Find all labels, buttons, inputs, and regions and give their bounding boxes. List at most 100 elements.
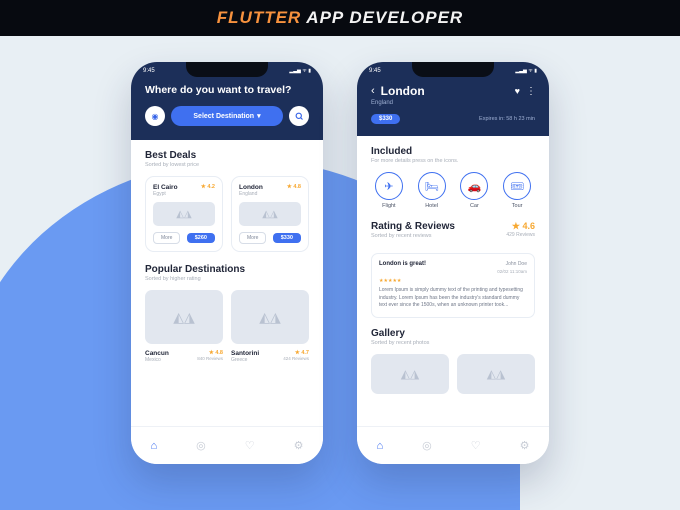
review-author: John Doe xyxy=(506,261,527,267)
more-dots-icon[interactable]: ⋮ xyxy=(526,86,535,97)
review-body: Lorem Ipsum is simply dummy text of the … xyxy=(379,287,527,310)
banner-rest: APP DEVELOPER xyxy=(301,8,463,27)
ticket-icon: 🎟 xyxy=(503,172,531,200)
phones-row: 9:45 ▂▃▅ ᯤ ▮ Where do you want to travel… xyxy=(0,62,680,464)
dest-name: Santorini xyxy=(231,350,259,357)
review-date: 02/02 11:10am xyxy=(497,269,527,274)
expiry-row: $330 Expires in: 58 h 23 min xyxy=(371,114,535,124)
chevron-down-icon: ▾ xyxy=(257,112,261,120)
incl-label: Flight xyxy=(371,203,407,209)
deal-name: London xyxy=(239,184,263,191)
back-row: ‹ London ♥ ⋮ xyxy=(371,84,535,98)
deals-row: El Cairo Egypt ★ 4.2 ◭◮ More $260 xyxy=(145,176,309,252)
gallery-image[interactable]: ◭◮ xyxy=(457,354,535,394)
rr-sub: Sorted by recent reviews xyxy=(371,233,455,239)
nav-home-icon[interactable]: ⌂ xyxy=(376,440,383,452)
gallery-sub: Sorted by recent photos xyxy=(371,340,535,346)
included-tour[interactable]: 🎟 Tour xyxy=(499,172,535,209)
review-card[interactable]: London is great! John Doe ★★★★★ 02/02 11… xyxy=(371,253,535,318)
nav-settings-icon[interactable]: ⚙ xyxy=(520,439,530,452)
expiry-text: Expires in: 58 h 23 min xyxy=(406,116,535,122)
nav-compass-icon[interactable]: ◎ xyxy=(196,439,206,452)
heart-icon[interactable]: ♥ xyxy=(515,86,520,96)
deal-image: ◭◮ xyxy=(239,202,301,226)
included-flight[interactable]: ✈ Flight xyxy=(371,172,407,209)
destinations-grid: ◭◮ ◭◮ xyxy=(145,290,309,344)
rr-count: 429 Reviews xyxy=(506,232,535,238)
nav-settings-icon[interactable]: ⚙ xyxy=(294,439,304,452)
nav-home-icon[interactable]: ⌂ xyxy=(150,440,157,452)
banner: FLUTTER APP DEVELOPER xyxy=(0,0,680,36)
destination-image[interactable]: ◭◮ xyxy=(231,290,309,344)
incl-label: Tour xyxy=(499,203,535,209)
destination-image[interactable]: ◭◮ xyxy=(145,290,223,344)
mountain-icon: ◭◮ xyxy=(401,367,419,381)
price-button[interactable]: $330 xyxy=(273,233,301,243)
hero-controls: ◉ Select Destination ▾ xyxy=(145,106,309,126)
search-button[interactable] xyxy=(289,106,309,126)
phone-body: Best Deals Sorted by lowest price El Cai… xyxy=(131,140,323,430)
gallery-image[interactable]: ◭◮ xyxy=(371,354,449,394)
dest-location: Greece xyxy=(231,357,259,363)
incl-label: Hotel xyxy=(414,203,450,209)
phone-home: 9:45 ▂▃▅ ᯤ ▮ Where do you want to travel… xyxy=(131,62,323,464)
more-button[interactable]: More xyxy=(153,232,180,244)
best-deals-title: Best Deals xyxy=(145,150,309,161)
nav-heart-icon[interactable]: ♡ xyxy=(245,439,255,452)
nav-compass-icon[interactable]: ◎ xyxy=(422,439,432,452)
bottom-nav: ⌂ ◎ ♡ ⚙ xyxy=(357,426,549,464)
popular-title: Popular Destinations xyxy=(145,264,309,275)
notch xyxy=(412,62,494,77)
deal-name: El Cairo xyxy=(153,184,178,191)
mountain-icon: ◭◮ xyxy=(259,309,281,326)
rr-rating: ★ 4.6 xyxy=(506,221,535,232)
search-icon xyxy=(295,112,304,121)
mountain-icon: ◭◮ xyxy=(173,309,195,326)
status-signal: ▂▃▅ ᯤ ▮ xyxy=(289,68,311,74)
bed-icon: 🛏 xyxy=(418,172,446,200)
best-deals-sub: Sorted by lowest price xyxy=(145,162,309,168)
popular-sub: Sorted by higher rating xyxy=(145,276,309,282)
dest-reviews: 840 Reviews xyxy=(197,356,223,361)
included-sub: For more details press on the icons. xyxy=(371,158,535,164)
incl-label: Car xyxy=(457,203,493,209)
deal-image: ◭◮ xyxy=(153,202,215,226)
included-hotel[interactable]: 🛏 Hotel xyxy=(414,172,450,209)
nav-heart-icon[interactable]: ♡ xyxy=(471,439,481,452)
mountain-icon: ◭◮ xyxy=(262,209,277,220)
city-title: London xyxy=(381,84,509,98)
phone-body: Included For more details press on the i… xyxy=(357,136,549,426)
location-button[interactable]: ◉ xyxy=(145,106,165,126)
select-destination-button[interactable]: Select Destination ▾ xyxy=(171,106,283,126)
bottom-nav: ⌂ ◎ ♡ ⚙ xyxy=(131,426,323,464)
included-car[interactable]: 🚗 Car xyxy=(457,172,493,209)
plane-icon: ✈ xyxy=(375,172,403,200)
back-chevron-icon[interactable]: ‹ xyxy=(371,85,375,97)
included-row: ✈ Flight 🛏 Hotel 🚗 Car 🎟 Tour xyxy=(371,172,535,209)
gallery-title: Gallery xyxy=(371,328,535,339)
banner-flutter: FLUTTER xyxy=(217,8,301,27)
included-title: Included xyxy=(371,146,535,157)
status-signal: ▂▃▅ ᯤ ▮ xyxy=(515,68,537,74)
car-icon: 🚗 xyxy=(460,172,488,200)
hero-title: Where do you want to travel? xyxy=(145,84,309,96)
more-button[interactable]: More xyxy=(239,232,266,244)
status-time: 9:45 xyxy=(143,68,155,74)
deal-location: Egypt xyxy=(153,191,178,197)
country-sub: England xyxy=(371,100,535,106)
deal-card[interactable]: El Cairo Egypt ★ 4.2 ◭◮ More $260 xyxy=(145,176,223,252)
phone-detail: 9:45 ▂▃▅ ᯤ ▮ ‹ London ♥ ⋮ England $330 E… xyxy=(357,62,549,464)
gallery-row: ◭◮ ◭◮ xyxy=(371,354,535,394)
select-destination-label: Select Destination xyxy=(193,113,254,120)
rr-title: Rating & Reviews xyxy=(371,221,455,232)
destinations-info: Cancun Mexico ★ 4.8 840 Reviews Santorin… xyxy=(145,350,309,363)
dest-location: Mexico xyxy=(145,357,169,363)
deal-card[interactable]: London England ★ 4.8 ◭◮ More $330 xyxy=(231,176,309,252)
review-title: London is great! xyxy=(379,261,426,267)
mountain-icon: ◭◮ xyxy=(487,367,505,381)
dest-name: Cancun xyxy=(145,350,169,357)
price-badge: $330 xyxy=(371,114,400,124)
price-button[interactable]: $260 xyxy=(187,233,215,243)
notch xyxy=(186,62,268,77)
rating-reviews-header: Rating & Reviews Sorted by recent review… xyxy=(371,221,535,247)
